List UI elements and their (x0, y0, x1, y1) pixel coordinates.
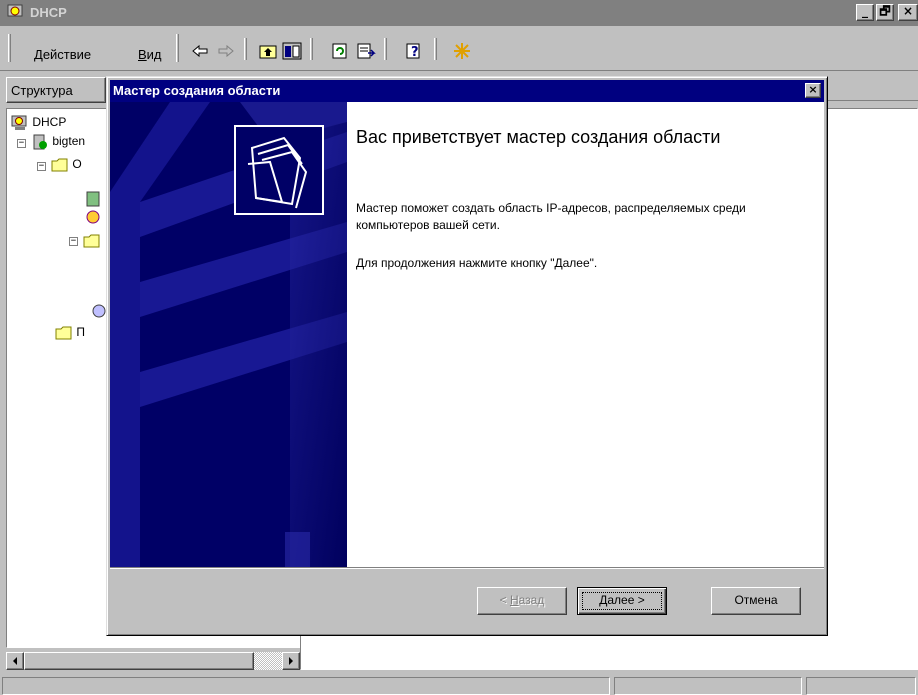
leases-icon (86, 210, 100, 224)
tree-collapse-toggle-3[interactable]: − (69, 237, 78, 246)
help-icon[interactable]: ? (404, 42, 424, 60)
tab-structure[interactable]: Структура (6, 77, 106, 103)
cancel-button[interactable]: Отмена (711, 587, 801, 615)
tree-item-server[interactable]: bigten (31, 134, 85, 152)
tree-collapse-toggle-2[interactable]: − (37, 162, 46, 171)
tree-label-options: П (76, 325, 85, 340)
dhcp-icon (11, 115, 27, 130)
toolbar-grip[interactable] (176, 34, 179, 62)
main-title-bar[interactable]: DHCP _ 🗗 × (0, 0, 918, 26)
address-pool-icon (86, 191, 100, 207)
tree-collapse-toggle[interactable]: − (17, 139, 26, 148)
toolbar-separator-3 (384, 38, 387, 60)
wizard-title-bar[interactable]: Мастер создания области × (110, 80, 824, 102)
scroll-left-button[interactable] (6, 652, 24, 670)
toolbar-separator (244, 38, 247, 60)
close-button[interactable]: × (898, 4, 918, 21)
svg-text:?: ? (411, 45, 419, 60)
status-cell-3 (806, 677, 916, 695)
wizard-banner (110, 102, 347, 567)
scroll-right-button[interactable] (282, 652, 300, 670)
tree-item-server-options[interactable]: П (55, 325, 85, 343)
welcome-heading: Вас приветствует мастер создания области (356, 127, 721, 147)
toolbar-separator-4 (434, 38, 437, 60)
restore-button[interactable]: 🗗 (876, 4, 894, 21)
app-title: DHCP (30, 5, 67, 20)
wizard-close-button[interactable]: × (805, 83, 821, 98)
scroll-thumb[interactable] (24, 652, 254, 670)
reservations-icon (83, 234, 100, 248)
dhcp-app-icon (7, 4, 23, 20)
wizard-description: Мастер поможет создать область IP-адресо… (356, 201, 746, 232)
wizard-banner-art (110, 102, 347, 567)
wizard-title: Мастер создания области (113, 83, 281, 98)
tree-label-dhcp: DHCP (32, 115, 67, 130)
close-icon: × (902, 4, 914, 18)
wizard-content: Вас приветствует мастер создания области… (347, 102, 824, 567)
menu-toolbar: Действие Вид ? (0, 28, 918, 66)
toolbar-separator-2 (310, 38, 313, 60)
tree-label-server: bigten (52, 134, 86, 149)
tree-label-scope: О (72, 157, 82, 172)
minimize-icon: _ (862, 4, 868, 18)
back-arrow-icon[interactable] (190, 42, 210, 60)
next-button[interactable]: Далее > (577, 587, 667, 615)
scroll-track[interactable] (24, 652, 282, 670)
close-icon: × (808, 83, 818, 96)
export-list-icon[interactable] (356, 42, 376, 60)
status-cell-main (2, 677, 610, 695)
menu-action[interactable]: Действие (34, 47, 91, 62)
up-folder-icon[interactable] (258, 42, 278, 60)
status-cell-2 (614, 677, 802, 695)
refresh-icon[interactable] (330, 42, 350, 60)
menu-view[interactable]: Вид (138, 47, 162, 62)
minimize-button[interactable]: _ (856, 4, 874, 21)
status-bar (0, 674, 918, 695)
forward-arrow-icon[interactable] (216, 42, 236, 60)
arrow-left-icon (13, 657, 17, 665)
show-hide-tree-icon[interactable] (282, 42, 302, 60)
tree-item-scope[interactable]: О (51, 157, 82, 175)
arrow-right-icon (289, 657, 293, 665)
tree-horizontal-scrollbar[interactable] (6, 652, 300, 670)
new-scope-icon[interactable] (452, 42, 472, 60)
back-button[interactable]: < Назад (477, 587, 567, 615)
folder-icon (51, 158, 68, 172)
restore-icon: 🗗 (879, 4, 891, 18)
new-scope-wizard-dialog: Мастер создания области × Вас приветству… (106, 76, 828, 636)
menu-grip[interactable] (8, 34, 11, 62)
server-icon (33, 134, 47, 150)
continue-hint: Для продолжения нажмите кнопку "Далее". (356, 256, 598, 270)
tree-item-dhcp[interactable]: DHCP (11, 115, 66, 133)
folder-icon-2 (55, 326, 72, 340)
wizard-separator (110, 567, 824, 569)
